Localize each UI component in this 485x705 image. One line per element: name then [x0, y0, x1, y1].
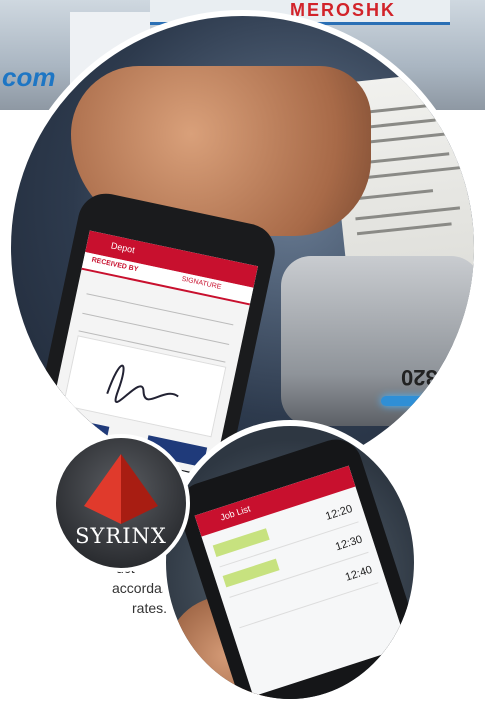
banner-sign-text: MEROSHK [290, 0, 397, 20]
app-bar-title: Job List [218, 503, 252, 523]
body-text-line: rates. [132, 600, 168, 616]
mobile-printer: MZ 320 [281, 256, 476, 426]
job-time: 12:40 [343, 563, 374, 584]
pyramid-logo-icon [84, 454, 158, 524]
logo-wordmark: SYRINX [75, 524, 167, 548]
main-photo-circle: MZ 320 Depot RECEIVED BY SIGNATURE Print [5, 10, 480, 485]
job-time: 12:30 [333, 533, 364, 554]
job-tag [212, 528, 270, 557]
printer-led [381, 396, 441, 406]
job-time: 12:20 [324, 502, 355, 523]
job-list-photo-circle: Job List 12:20 12:30 12:40 [160, 420, 420, 705]
syrinx-logo: SYRINX [52, 434, 190, 572]
app-bar-title: Depot [110, 240, 136, 256]
printer-model-label: MZ 320 [401, 365, 476, 390]
phone-screen: Job List 12:20 12:30 12:40 [194, 465, 408, 697]
banner-brand-text: com [2, 62, 56, 92]
